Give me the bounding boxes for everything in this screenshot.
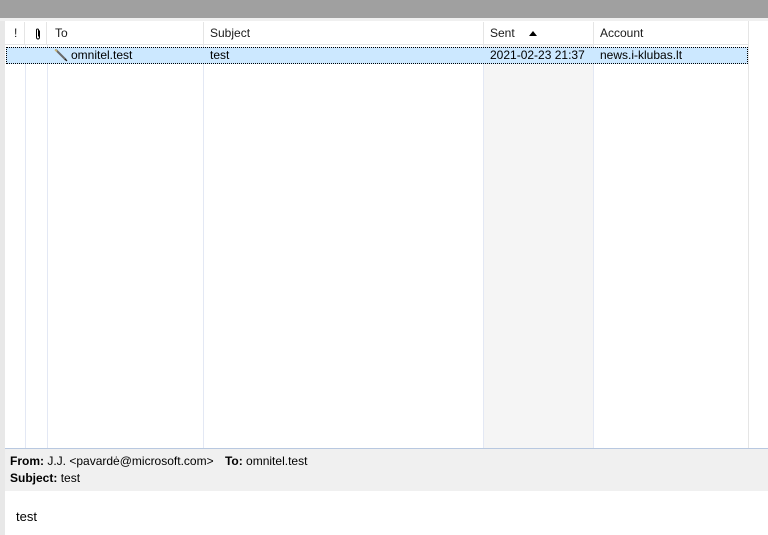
from-value[interactable]: J.J. <pavardė@microsoft.com>	[47, 454, 213, 468]
column-guide	[483, 44, 484, 448]
column-header-separator[interactable]	[46, 22, 47, 44]
column-header-separator[interactable]	[203, 22, 204, 44]
message-body-text: test	[16, 509, 37, 524]
column-guide	[203, 44, 204, 448]
subject-label: Subject:	[10, 471, 58, 485]
column-header-row: ! To Subject Sent Account	[5, 21, 749, 45]
preview-subject-line: Subject: test	[10, 470, 80, 486]
column-header-attachment[interactable]	[34, 21, 42, 45]
column-header-priority[interactable]: !	[14, 21, 17, 45]
message-account: news.i-klubas.lt	[600, 48, 683, 62]
column-header-separator[interactable]	[593, 22, 594, 44]
message-sent: 2021-02-23 21:37	[490, 48, 585, 62]
to-value[interactable]: omnitel.test	[246, 454, 307, 468]
column-guide	[25, 44, 26, 448]
message-to: omnitel.test	[71, 48, 133, 62]
column-header-separator[interactable]	[24, 22, 25, 44]
subject-value: test	[60, 471, 81, 485]
message-list[interactable]: ! To Subject Sent Account omnitel.test t…	[0, 21, 768, 448]
column-header-sent[interactable]: Sent	[490, 21, 515, 45]
list-right-divider	[748, 21, 749, 448]
preview-header: From: J.J. <pavardė@microsoft.com> To: o…	[5, 449, 768, 491]
paperclip-icon	[36, 28, 40, 40]
to-label: To:	[224, 454, 243, 468]
column-guide	[593, 44, 594, 448]
pencil-icon	[54, 49, 68, 62]
sort-ascending-icon	[529, 31, 537, 36]
column-header-separator[interactable]	[483, 22, 484, 44]
message-subject: test	[210, 48, 230, 62]
column-header-subject[interactable]: Subject	[210, 21, 250, 45]
column-guide	[47, 44, 48, 448]
column-header-to[interactable]: To	[55, 21, 68, 45]
preview-body[interactable]: test	[5, 491, 768, 535]
sorted-column-highlight	[484, 44, 593, 448]
column-header-account[interactable]: Account	[600, 21, 643, 45]
from-label: From:	[10, 454, 44, 468]
preview-from-to-line: From: J.J. <pavardė@microsoft.com> To: o…	[10, 453, 307, 469]
window-top-strip	[0, 0, 768, 18]
message-row[interactable]: omnitel.test test 2021-02-23 21:37 news.…	[6, 47, 748, 64]
left-edge	[0, 21, 5, 448]
